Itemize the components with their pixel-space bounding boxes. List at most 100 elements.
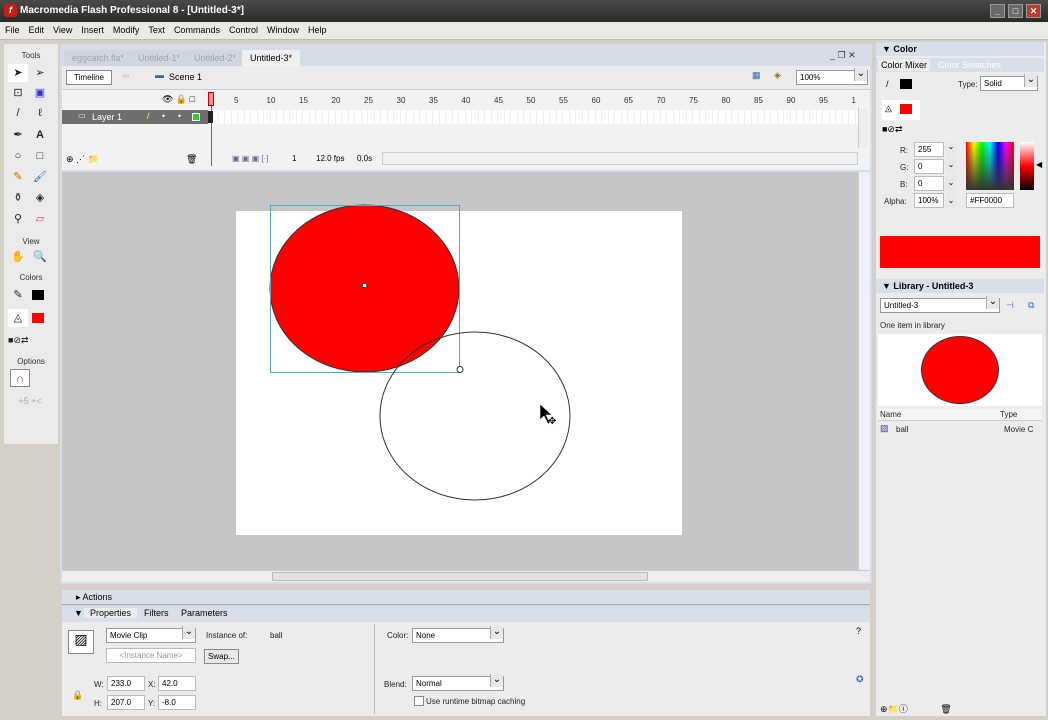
stage[interactable] [236,211,682,535]
menu-control[interactable]: Control [224,22,262,35]
fill-color-swatch[interactable] [32,313,44,323]
menu-insert[interactable]: Insert [76,22,108,35]
color-options-icons[interactable]: ■⊘⇄ [882,124,903,135]
minimize-button[interactable]: _ [990,4,1005,18]
tab-color-swatches[interactable]: Color Swatches [938,60,1001,70]
new-library-icon[interactable]: ⧉ [1028,300,1034,311]
width-input[interactable]: 233.0 [107,676,145,691]
outline-color-swatch[interactable] [192,113,200,121]
lasso-tool-icon[interactable]: ℓ [30,104,50,122]
eraser-tool-icon[interactable]: ▱ [30,210,50,228]
actions-panel-header[interactable]: ▸ Actions [62,590,870,605]
height-input[interactable]: 207.0 [107,695,145,710]
fill-type-select[interactable]: Solid [980,74,1038,91]
menu-help[interactable]: Help [303,22,331,35]
stage-hscroll[interactable] [62,570,870,582]
fill-color-icon[interactable]: ◬ [8,309,28,327]
tab-color-mixer[interactable]: Color Mixer [878,59,931,71]
fill-well[interactable]: ◬ [882,100,920,120]
menu-text[interactable]: Text [143,22,169,35]
brightness-arrow-icon[interactable]: ◀ [1036,160,1042,169]
stroke-swatch[interactable] [900,79,912,89]
timeline-vscroll[interactable] [858,108,868,148]
brush-tool-icon[interactable]: 🖌 [30,168,50,186]
add-layer-icons[interactable]: ⊕ ⋰ 📁 [66,154,99,165]
col-name[interactable]: Name [880,410,901,419]
library-panel-header[interactable]: ▼ Library - Untitled-3 [876,279,1044,293]
eyedropper-tool-icon[interactable]: ⚲ [8,210,28,228]
playhead[interactable] [208,92,214,106]
value-slider-arrows[interactable]: ⌄ ⌄ ⌄ ⌄ [946,142,956,208]
edit-symbols-icon[interactable]: ◈ [774,70,781,81]
tab-eggcatch[interactable]: eggcatch.fla* [64,50,133,66]
col-type[interactable]: Type [1000,410,1017,419]
alpha-input[interactable]: 100% [914,193,944,208]
collapse-arrow-icon[interactable]: ▼ [74,608,83,618]
fill-transform-tool-icon[interactable]: ▣ [30,84,50,102]
green-input[interactable]: 0 [914,159,944,174]
tab-untitled-2[interactable]: Untitled-2* [186,50,245,66]
tab-filters[interactable]: Filters [144,608,169,618]
snap-magnet-icon[interactable]: ∩ [10,369,30,387]
menu-window[interactable]: Window [262,22,303,35]
tab-properties[interactable]: Properties [84,608,138,618]
blue-input[interactable]: 0 [914,176,944,191]
layer-visibility-icons[interactable]: 👁 🔒 □ [162,94,195,105]
document-window-controls[interactable]: _ ❐ ✕ [830,50,856,61]
delete-layer-icon[interactable]: 🗑 [186,154,197,165]
tab-untitled-3[interactable]: Untitled-3* [242,50,301,66]
color-panel-header[interactable]: ▼ Color [876,42,1044,56]
swap-button[interactable]: Swap... [204,649,239,664]
lock-proportions-icon[interactable]: 🔒 [72,690,83,701]
menu-edit[interactable]: Edit [24,22,49,35]
bitmap-caching-checkbox[interactable] [414,696,424,706]
menu-view[interactable]: View [48,22,76,35]
y-input[interactable]: -8.0 [158,695,196,710]
hex-input[interactable]: #FF0000 [966,193,1014,208]
instance-name-input[interactable]: <Instance Name> [106,648,196,663]
edit-scene-icon[interactable]: ▦ [752,70,761,81]
line-tool-icon[interactable]: / [8,104,28,122]
library-item[interactable]: ▨ ball Movie C [878,423,1034,436]
close-button[interactable]: ✕ [1026,4,1041,18]
selection-tool-icon[interactable]: ➤ [8,64,28,82]
timeline-hscroll[interactable] [382,152,858,165]
pen-tool-icon[interactable]: ✒ [8,126,28,144]
tab-parameters[interactable]: Parameters [181,608,228,618]
color-effect-select[interactable]: None [412,626,504,643]
menu-file[interactable]: File [0,22,24,35]
stroke-color-swatch[interactable] [32,290,44,300]
x-input[interactable]: 42.0 [158,676,196,691]
tab-untitled-1[interactable]: Untitled-1* [130,50,189,66]
hand-tool-icon[interactable]: ✋ [8,248,28,266]
frame-strip[interactable] [212,110,858,124]
stage-vscroll[interactable] [858,172,870,570]
menu-commands[interactable]: Commands [169,22,224,35]
help-icon[interactable]: ? [856,626,861,636]
zoom-select[interactable]: 100% [796,68,868,85]
oval-tool-icon[interactable]: ○ [8,147,28,165]
text-tool-icon[interactable]: A [30,126,50,144]
paint-bucket-tool-icon[interactable]: ◈ [30,189,50,207]
pencil-tool-icon[interactable]: ✎ [8,168,28,186]
symbol-type-select[interactable]: Movie Clip [106,626,196,643]
blend-select[interactable]: Normal [412,674,504,691]
color-spectrum[interactable] [966,142,1014,190]
keyframe[interactable] [208,111,213,123]
red-input[interactable]: 255 [914,142,944,157]
timeline-button[interactable]: Timeline [66,70,112,85]
rectangle-tool-icon[interactable]: □ [30,147,50,165]
subselection-tool-icon[interactable]: ➢ [30,64,50,82]
menu-modify[interactable]: Modify [108,22,144,35]
zoom-tool-icon[interactable]: 🔍 [30,248,50,266]
library-bottom-icons[interactable]: ⊕📁ⓘ 🗑 [880,702,952,715]
pin-library-icon[interactable]: ⊣ [1006,300,1014,311]
hscroll-thumb[interactable] [272,572,648,581]
color-swap-icons[interactable]: ■⊘⇄ [8,331,29,349]
back-arrow-icon[interactable]: ⇦ [122,71,130,82]
free-transform-tool-icon[interactable]: ⊡ [8,84,28,102]
layer-row[interactable]: ▭ Layer 1 / • • [62,110,208,124]
library-select[interactable]: Untitled-3 [880,296,1000,313]
brightness-slider[interactable] [1020,142,1034,190]
accessibility-icon[interactable]: ✪ [856,674,864,685]
